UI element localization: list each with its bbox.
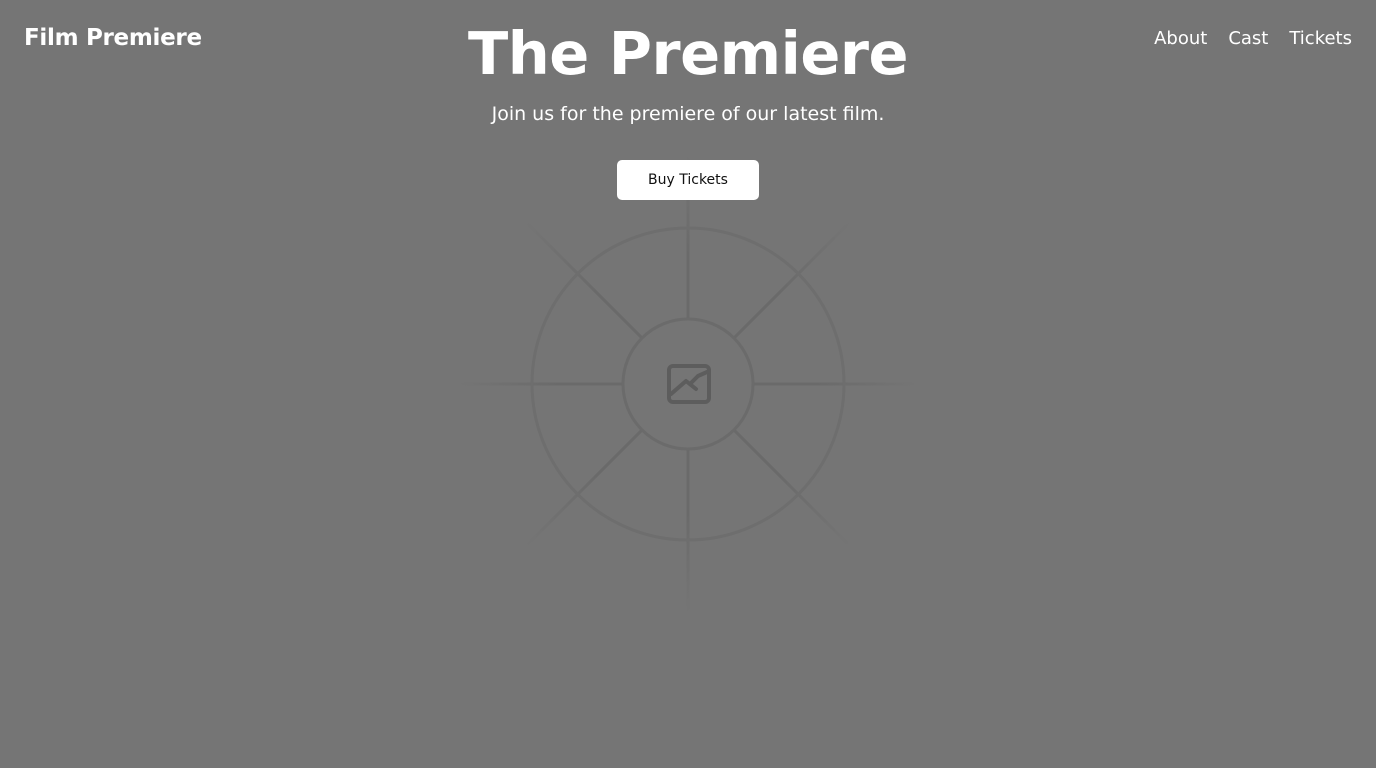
image-icon (667, 364, 711, 404)
hero-title: The Premiere (468, 19, 909, 88)
hero-subtitle: Join us for the premiere of our latest f… (491, 103, 885, 125)
page: Film Premiere About Cast Tickets The Pre… (0, 0, 1376, 768)
buy-tickets-button[interactable]: Buy Tickets (617, 160, 759, 200)
